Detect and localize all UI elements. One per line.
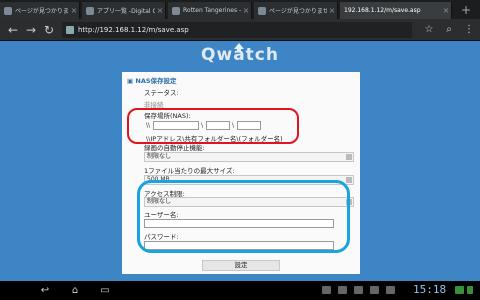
home-icon[interactable]: ⌂ [66,284,84,297]
star-icon[interactable]: ☆ [422,22,436,38]
new-tab-button[interactable]: + [458,3,474,17]
close-icon[interactable]: × [327,6,337,15]
close-icon[interactable]: × [155,6,165,15]
notification-icon[interactable] [386,286,395,294]
notification-icon[interactable] [322,286,331,294]
status-label: ステータス: [144,89,179,97]
clock[interactable]: 15:18 [413,283,446,296]
url-text: http://192.168.1.12/m/save.asp [78,26,189,34]
red-highlight-ring [127,108,299,144]
notification-icon[interactable] [338,286,347,294]
dropdown-icon [346,177,352,183]
forward-icon[interactable]: → [24,22,38,38]
system-bar: ↩ ⌂ ▭ 15:18 [0,281,480,300]
tab-label: ページが見つかりませ... [15,8,69,15]
tab-label: アプリ一覧 -Digital Gene [97,8,155,15]
section-title-text: NAS保存設定 [135,77,177,85]
close-icon[interactable]: × [441,6,451,15]
tab-1[interactable]: ページが見つかりませ... × [0,2,80,19]
page-icon [258,6,266,15]
submit-button[interactable]: 設定 [202,260,280,271]
wifi-icon [455,286,464,294]
page-icon [172,6,180,15]
back-nav-icon[interactable]: ↩ [36,284,54,297]
tab-bar: ページが見つかりませ... × アプリ一覧 -Digital Gene × Ro… [0,0,480,19]
tab-3[interactable]: Rotten Tangerines - And × [168,2,252,19]
battery-icon [467,286,473,294]
url-field[interactable]: http://192.168.1.12/m/save.asp [62,22,412,38]
notification-icon[interactable] [370,286,379,294]
logo: Qwatch [201,45,279,65]
page-icon [86,6,94,15]
tab-4[interactable]: ページが見つかりませ... × [254,2,338,19]
auto-stop-value: 制限なし [147,153,172,160]
tab-label: Rotten Tangerines - And [183,7,241,14]
tab-label: ページが見つかりませ... [269,8,327,15]
page-icon [4,6,12,15]
tab-2[interactable]: アプリ一覧 -Digital Gene × [82,2,166,19]
tab-active[interactable]: 192.168.1.12/m/save.asp × [340,2,452,19]
section-title: ▣ NAS保存設定 [127,77,177,85]
dropdown-icon [346,154,352,160]
reload-icon[interactable]: ↻ [42,22,56,38]
max-size-label: 1ファイル当たりの最大サイズ: [144,167,235,175]
recent-apps-icon[interactable]: ▭ [96,284,114,297]
back-icon[interactable]: ← [6,22,20,38]
tab-label: 192.168.1.12/m/save.asp [344,7,421,14]
close-icon[interactable]: × [69,6,79,15]
auto-stop-select[interactable]: 制限なし [144,152,354,162]
close-icon[interactable]: × [241,6,251,15]
address-bar: ← → ↻ http://192.168.1.12/m/save.asp ☆ ⌕… [0,19,480,41]
blue-highlight-ring [137,180,350,253]
site-icon [66,26,74,34]
menu-icon[interactable]: ⋮ [462,22,476,38]
search-icon[interactable]: ⌕ [442,22,456,38]
notification-icon[interactable] [354,286,363,294]
